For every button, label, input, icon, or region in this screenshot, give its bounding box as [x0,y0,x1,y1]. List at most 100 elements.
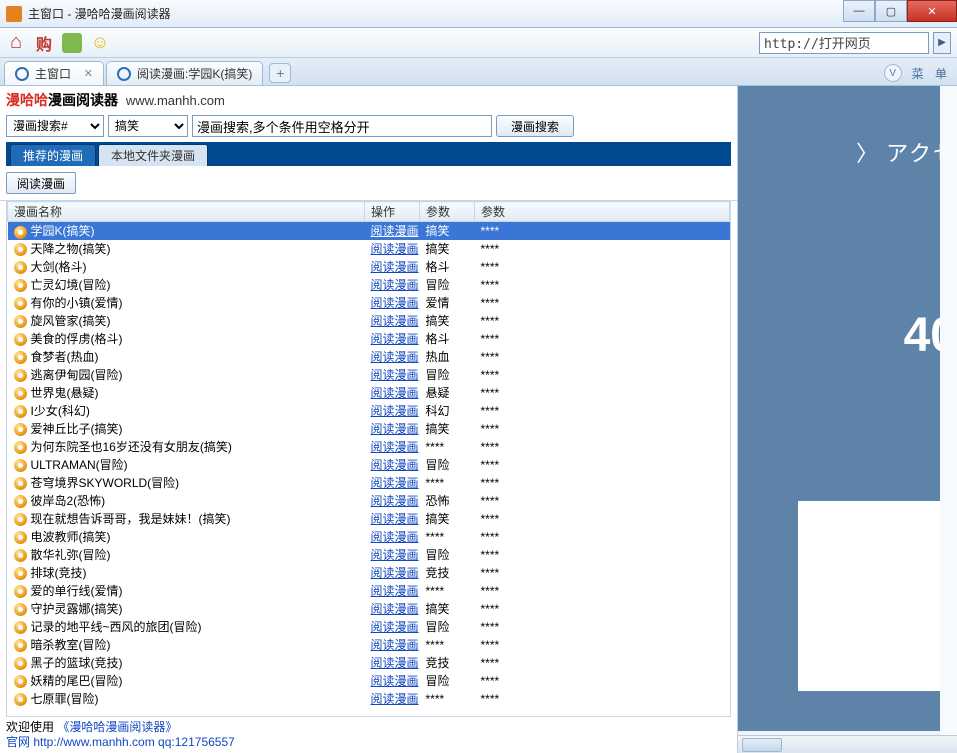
read-link[interactable]: 阅读漫画 [371,602,419,616]
table-row[interactable]: 旋风管家(搞笑)阅读漫画搞笑**** [8,312,730,330]
table-row[interactable]: 爱神丘比子(搞笑)阅读漫画搞笑**** [8,420,730,438]
read-link[interactable]: 阅读漫画 [371,296,419,310]
read-link[interactable]: 阅读漫画 [371,314,419,328]
read-link[interactable]: 阅读漫画 [371,422,419,436]
header-op[interactable]: 操作 [365,202,420,222]
table-row[interactable]: 大剑(格斗)阅读漫画格斗**** [8,258,730,276]
read-link[interactable]: 阅读漫画 [371,332,419,346]
table-row[interactable]: 彼岸岛2(恐怖)阅读漫画恐怖**** [8,492,730,510]
disc-icon [14,657,27,670]
search-input[interactable] [192,115,492,137]
header-name[interactable]: 漫画名称 [8,202,365,222]
read-link[interactable]: 阅读漫画 [371,494,419,508]
table-row[interactable]: 现在就想告诉哥哥，我是妹妹！(搞笑)阅读漫画搞笑**** [8,510,730,528]
footer-site-link[interactable]: http://www.manhh.com qq:121756557 [33,735,234,749]
read-button-row: 阅读漫画 [0,166,737,201]
close-button[interactable]: ✕ [907,0,957,22]
read-link[interactable]: 阅读漫画 [371,656,419,670]
read-link[interactable]: 阅读漫画 [371,368,419,382]
table-row[interactable]: 记录的地平线~西风的旅团(冒险)阅读漫画冒险**** [8,618,730,636]
param2-cell: **** [475,510,730,528]
header-param1[interactable]: 参数 [420,202,475,222]
read-link[interactable]: 阅读漫画 [371,350,419,364]
right-vertical-scrollbar[interactable] [940,86,957,735]
footer-app-link[interactable]: 《漫哈哈漫画阅读器》 [57,720,177,734]
param2-cell: **** [475,438,730,456]
disc-icon [14,226,27,239]
table-row[interactable]: 守护灵露娜(搞笑)阅读漫画搞笑**** [8,600,730,618]
table-row[interactable]: 七原罪(冒险)阅读漫画******** [8,690,730,708]
read-link[interactable]: 阅读漫画 [371,386,419,400]
table-row[interactable]: 有你的小镇(爱情)阅读漫画爱情**** [8,294,730,312]
url-input[interactable] [759,32,929,54]
read-link[interactable]: 阅读漫画 [371,638,419,652]
table-row[interactable]: 世界鬼(悬疑)阅读漫画悬疑**** [8,384,730,402]
table-row[interactable]: 食梦者(热血)阅读漫画热血**** [8,348,730,366]
read-link[interactable]: 阅读漫画 [371,224,419,238]
new-tab-button[interactable]: + [269,63,291,83]
table-row[interactable]: 美食的俘虏(格斗)阅读漫画格斗**** [8,330,730,348]
table-row[interactable]: 爱的单行线(爱情)阅读漫画******** [8,582,730,600]
compat-view-button[interactable]: V [884,64,902,82]
read-link[interactable]: 阅读漫画 [371,260,419,274]
read-link[interactable]: 阅读漫画 [371,530,419,544]
search-type-select[interactable]: 漫画搜索# [6,115,104,137]
table-row[interactable]: 排球(竞技)阅读漫画竞技**** [8,564,730,582]
card-icon[interactable] [62,33,82,53]
table-row[interactable]: 黑子的篮球(竞技)阅读漫画竞技**** [8,654,730,672]
table-row[interactable]: 学园K(搞笑)阅读漫画搞笑**** [8,222,730,240]
smiley-icon[interactable]: ☺ [90,33,110,53]
minimize-button[interactable]: — [843,0,875,22]
param2-cell: **** [475,492,730,510]
table-row[interactable]: ULTRAMAN(冒险)阅读漫画冒险**** [8,456,730,474]
tab-reader[interactable]: 阅读漫画:学园K(搞笑) [106,61,263,85]
read-link[interactable]: 阅读漫画 [371,692,419,706]
read-link[interactable]: 阅读漫画 [371,242,419,256]
menu-button[interactable]: 菜 单 [912,65,951,82]
comic-name: 妖精的尾巴(冒险) [31,674,123,688]
table-row[interactable]: 电波教师(搞笑)阅读漫画******** [8,528,730,546]
table-row[interactable]: 为何东院圣也16岁还没有女朋友(搞笑)阅读漫画******** [8,438,730,456]
table-row[interactable]: 散华礼弥(冒险)阅读漫画冒险**** [8,546,730,564]
right-horizontal-scrollbar[interactable] [738,735,957,753]
param2-cell: **** [475,366,730,384]
read-link[interactable]: 阅读漫画 [371,278,419,292]
read-comic-button[interactable]: 阅读漫画 [6,172,76,194]
table-row[interactable]: 亡灵幻境(冒险)阅读漫画冒险**** [8,276,730,294]
table-row[interactable]: 天降之物(搞笑)阅读漫画搞笑**** [8,240,730,258]
read-link[interactable]: 阅读漫画 [371,548,419,562]
buy-icon[interactable]: 购 [34,33,54,53]
tab-recommended[interactable]: 推荐的漫画 [10,144,96,166]
disc-icon [14,513,27,526]
maximize-button[interactable]: ▢ [875,0,907,22]
read-link[interactable]: 阅读漫画 [371,620,419,634]
comic-name: 黑子的篮球(竞技) [31,656,123,670]
read-link[interactable]: 阅读漫画 [371,566,419,580]
table-row[interactable]: I少女(科幻)阅读漫画科幻**** [8,402,730,420]
tab-local-folder[interactable]: 本地文件夹漫画 [98,144,208,166]
tab-close-icon[interactable]: ✕ [84,67,93,80]
table-row[interactable]: 妖精的尾巴(冒险)阅读漫画冒险**** [8,672,730,690]
scrollbar-thumb[interactable] [742,738,782,752]
table-row[interactable]: 逃离伊甸园(冒险)阅读漫画冒险**** [8,366,730,384]
table-row[interactable]: 暗杀教室(冒险)阅读漫画******** [8,636,730,654]
param1-cell: 搞笑 [420,510,475,528]
home-icon[interactable]: ⌂ [6,33,26,53]
param1-cell: 搞笑 [420,240,475,258]
brand-red: 漫哈哈 [6,92,48,108]
search-category-select[interactable]: 搞笑 [108,115,188,137]
table-row[interactable]: 苍穹境界SKYWORLD(冒险)阅读漫画******** [8,474,730,492]
read-link[interactable]: 阅读漫画 [371,512,419,526]
read-link[interactable]: 阅读漫画 [371,584,419,598]
search-button[interactable]: 漫画搜索 [496,115,574,137]
header-param2[interactable]: 参数 [475,202,730,222]
read-link[interactable]: 阅读漫画 [371,476,419,490]
url-go-button[interactable]: ▶ [933,32,951,54]
param1-cell: 搞笑 [420,600,475,618]
disc-icon [14,243,27,256]
read-link[interactable]: 阅读漫画 [371,458,419,472]
read-link[interactable]: 阅读漫画 [371,404,419,418]
read-link[interactable]: 阅读漫画 [371,440,419,454]
tab-main-window[interactable]: 主窗口 ✕ [4,61,104,85]
read-link[interactable]: 阅读漫画 [371,674,419,688]
